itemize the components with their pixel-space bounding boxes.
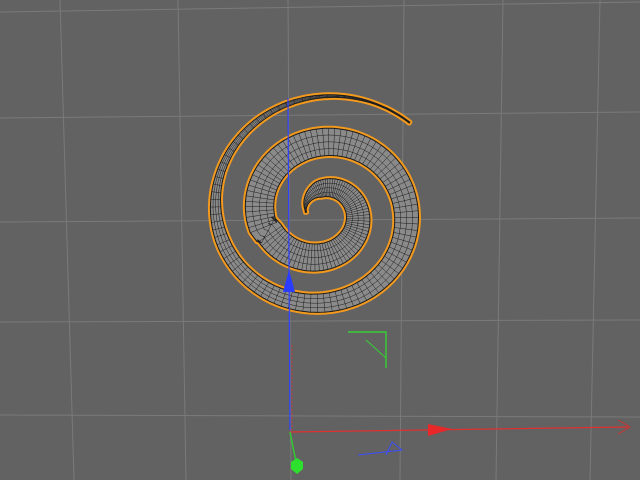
grid-line <box>495 0 504 480</box>
grid-line <box>177 0 187 480</box>
floor-grid <box>0 0 640 480</box>
blue-plane-handle-icon[interactable] <box>357 441 404 456</box>
spiral-mesh-object[interactable] <box>207 92 421 315</box>
x-axis-line[interactable] <box>289 426 629 433</box>
y-axis-handle-icon[interactable] <box>291 458 303 474</box>
grid-line <box>0 319 640 323</box>
grid-line <box>589 0 601 480</box>
viewport-scene[interactable] <box>0 0 640 480</box>
grid-line <box>0 217 640 223</box>
grid-line <box>0 111 640 119</box>
x-axis-arrow-icon[interactable] <box>428 424 452 436</box>
plane-handle-icon[interactable] <box>348 331 387 368</box>
3d-viewport[interactable] <box>0 0 640 480</box>
z-axis-arrow-icon[interactable] <box>283 270 295 292</box>
grid-line <box>0 1 640 13</box>
plane-handle-diagonal <box>365 339 387 359</box>
grid-line <box>0 414 640 418</box>
grid-line <box>59 0 75 480</box>
